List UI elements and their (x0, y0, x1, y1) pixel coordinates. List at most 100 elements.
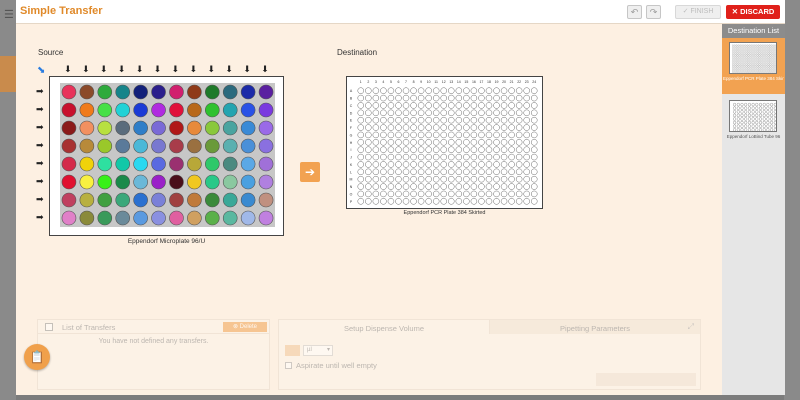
source-well[interactable] (115, 174, 131, 190)
destination-well[interactable] (493, 161, 500, 168)
destination-well[interactable] (387, 153, 395, 161)
destination-well[interactable] (478, 94, 485, 102)
source-well[interactable] (133, 156, 148, 172)
column-select-arrow-icon[interactable]: ⬇ (172, 64, 180, 74)
column-select-arrow-icon[interactable]: ⬇ (118, 64, 126, 74)
source-well[interactable] (133, 102, 148, 118)
destination-well[interactable] (432, 124, 440, 131)
destination-well[interactable] (508, 146, 515, 153)
row-select-arrow-icon[interactable]: ➡ (36, 176, 44, 186)
source-well[interactable] (97, 120, 113, 136)
destination-well[interactable] (357, 124, 365, 131)
destination-well[interactable] (523, 131, 530, 139)
destination-well[interactable] (530, 153, 538, 161)
destination-well[interactable] (365, 109, 372, 117)
destination-well[interactable] (425, 190, 432, 198)
destination-well[interactable] (395, 153, 402, 161)
destination-well[interactable] (380, 139, 387, 146)
source-well[interactable] (258, 120, 274, 136)
destination-well[interactable] (417, 131, 425, 139)
destination-well[interactable] (402, 190, 410, 198)
destination-well[interactable] (500, 102, 508, 109)
source-well[interactable] (258, 174, 274, 190)
destination-well[interactable] (470, 124, 478, 131)
destination-well[interactable] (440, 94, 447, 102)
destination-well[interactable] (523, 183, 530, 190)
destination-well[interactable] (463, 139, 470, 146)
destination-well[interactable] (455, 175, 463, 183)
destination-well[interactable] (493, 183, 500, 190)
destination-well[interactable] (417, 168, 425, 176)
destination-well[interactable] (493, 175, 500, 183)
source-well[interactable] (204, 138, 220, 154)
destination-well[interactable] (432, 87, 440, 94)
destination-well[interactable] (470, 131, 478, 139)
destination-well[interactable] (395, 161, 402, 168)
destination-well[interactable] (417, 124, 425, 131)
destination-well[interactable] (485, 175, 493, 183)
source-well[interactable] (187, 156, 202, 172)
destination-well[interactable] (357, 153, 365, 161)
source-well[interactable] (133, 174, 148, 190)
destination-well[interactable] (395, 168, 402, 176)
destination-well[interactable] (410, 183, 417, 190)
destination-well[interactable] (380, 175, 387, 183)
destination-well[interactable] (463, 168, 470, 176)
destination-well[interactable] (402, 198, 410, 205)
destination-well[interactable] (372, 109, 380, 117)
destination-well[interactable] (508, 94, 515, 102)
destination-well[interactable] (455, 168, 463, 176)
redo-icon[interactable]: ↷ (646, 5, 661, 19)
destination-well[interactable] (530, 131, 538, 139)
destination-well[interactable] (448, 190, 455, 198)
source-well[interactable] (204, 174, 220, 190)
destination-well[interactable] (463, 161, 470, 168)
destination-well[interactable] (387, 139, 395, 146)
row-select-arrow-icon[interactable]: ➡ (36, 158, 44, 168)
destination-well[interactable] (387, 109, 395, 117)
destination-well[interactable] (402, 153, 410, 161)
destination-well[interactable] (380, 116, 387, 124)
tab-pipetting-parameters[interactable]: Pipetting Parameters (490, 320, 700, 334)
destination-well[interactable] (485, 109, 493, 117)
destination-well[interactable] (357, 139, 365, 146)
destination-well[interactable] (380, 168, 387, 176)
destination-well[interactable] (448, 131, 455, 139)
destination-well[interactable] (440, 168, 447, 176)
source-well[interactable] (240, 138, 256, 154)
destination-well[interactable] (410, 116, 417, 124)
destination-well[interactable] (530, 168, 538, 176)
destination-well[interactable] (500, 175, 508, 183)
destination-well[interactable] (485, 94, 493, 102)
destination-well[interactable] (440, 153, 447, 161)
source-well[interactable] (222, 138, 238, 154)
destination-well[interactable] (365, 87, 372, 94)
destination-well[interactable] (425, 87, 432, 94)
volume-unit-select[interactable]: µl ▾ (303, 345, 333, 356)
destination-well[interactable] (508, 175, 515, 183)
destination-well[interactable] (357, 109, 365, 117)
destination-well[interactable] (448, 161, 455, 168)
source-well[interactable] (258, 138, 274, 154)
destination-well[interactable] (455, 146, 463, 153)
destination-well[interactable] (508, 102, 515, 109)
destination-well[interactable] (440, 183, 447, 190)
destination-well[interactable] (515, 161, 523, 168)
destination-well[interactable] (380, 94, 387, 102)
source-well[interactable] (169, 156, 184, 172)
destination-well[interactable] (485, 139, 493, 146)
destination-well[interactable] (410, 139, 417, 146)
destination-well[interactable] (395, 94, 402, 102)
destination-well[interactable] (478, 102, 485, 109)
destination-well[interactable] (470, 94, 478, 102)
destination-well[interactable] (432, 94, 440, 102)
destination-well[interactable] (410, 168, 417, 176)
tab-dispense-volume[interactable]: Setup Dispense Volume (279, 320, 490, 334)
destination-well[interactable] (500, 139, 508, 146)
column-select-arrow-icon[interactable]: ⬇ (190, 64, 198, 74)
source-well[interactable] (61, 102, 77, 118)
destination-well[interactable] (485, 102, 493, 109)
source-well[interactable] (240, 174, 256, 190)
destination-well[interactable] (508, 168, 515, 176)
destination-well[interactable] (402, 131, 410, 139)
